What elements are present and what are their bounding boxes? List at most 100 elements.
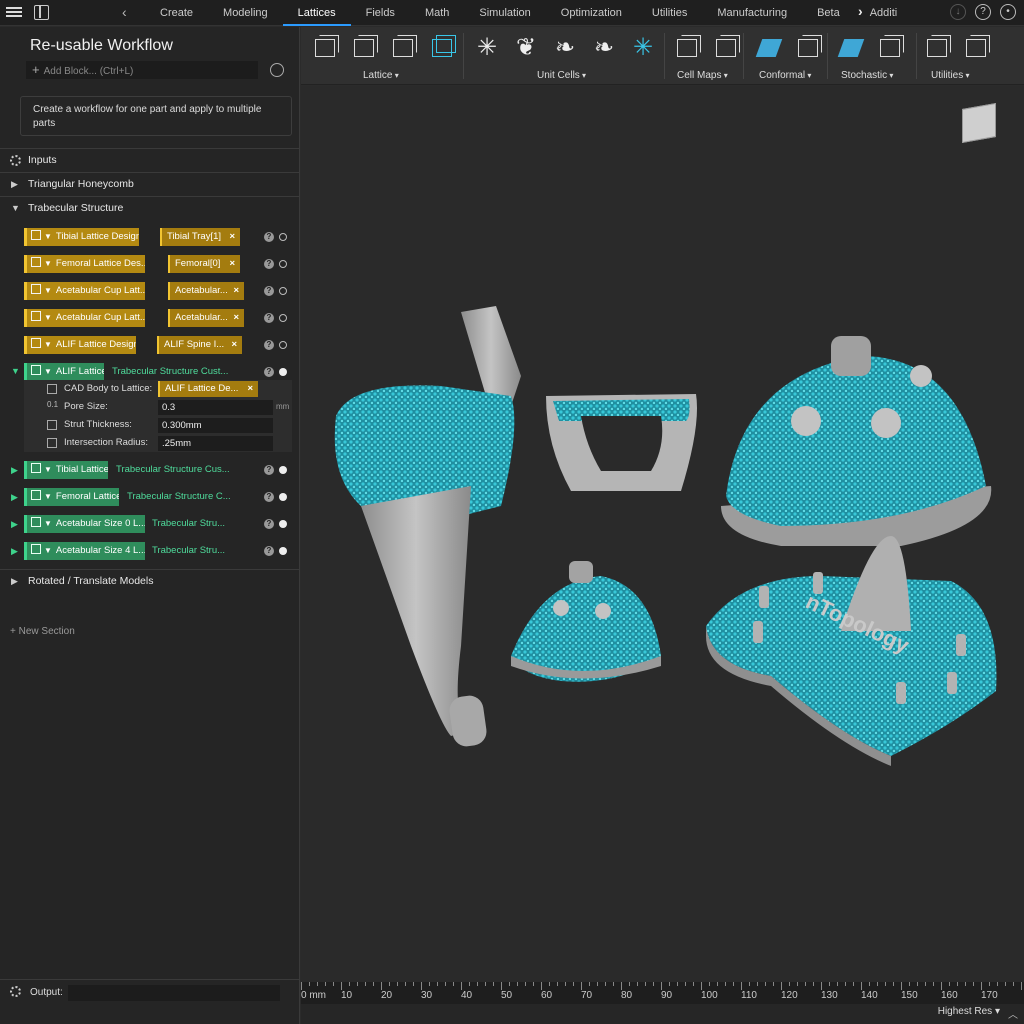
tab-beta[interactable]: Beta bbox=[802, 0, 855, 26]
help-icon[interactable]: ? bbox=[264, 340, 274, 350]
add-block-input[interactable]: + Add Block... (Ctrl+L) bbox=[26, 61, 258, 79]
new-section-button[interactable]: + New Section bbox=[10, 626, 75, 637]
chevron-right-icon[interactable]: ▶ bbox=[11, 519, 18, 530]
cad-body-value[interactable]: ALIF Lattice De... × bbox=[158, 381, 258, 397]
block-value[interactable]: Acetabular... × bbox=[168, 309, 244, 327]
block-chip[interactable]: ▼ Tibial Lattice Design bbox=[24, 228, 139, 246]
help-icon[interactable]: ? bbox=[264, 367, 274, 377]
unit-cell-1-icon[interactable]: ❧ bbox=[551, 33, 584, 63]
help-icon[interactable]: ? bbox=[264, 465, 274, 475]
block-acetabular-cup-lattice-1[interactable]: ▼ Acetabular Cup Latt... Acetabular... × ? bbox=[24, 282, 292, 300]
unit-cell-2-icon[interactable]: ❧ bbox=[590, 33, 623, 63]
unit-cell-gyroid-icon[interactable]: ❦ bbox=[512, 33, 545, 63]
block-chip[interactable]: ▼ Acetabular Size 0 L... bbox=[24, 515, 145, 533]
account-icon[interactable]: • bbox=[1000, 4, 1016, 20]
chevron-right-icon[interactable]: ▶ bbox=[11, 546, 18, 557]
visibility-toggle-icon[interactable] bbox=[279, 368, 287, 376]
stochastic-volume-icon[interactable] bbox=[874, 33, 907, 63]
visibility-toggle-icon[interactable] bbox=[279, 547, 287, 555]
block-chip[interactable]: ▼ Acetabular Size 4 L... bbox=[24, 542, 145, 560]
tab-lattices[interactable]: Lattices bbox=[282, 0, 351, 26]
block-acetabular-size-0[interactable]: ▼ Acetabular Size 0 L... Trabecular Stru.… bbox=[24, 515, 292, 533]
tab-modeling[interactable]: Modeling bbox=[208, 0, 283, 26]
lattice-grid-icon[interactable] bbox=[426, 33, 459, 63]
tab-fields[interactable]: Fields bbox=[351, 0, 410, 26]
toolbar-label-cell-maps[interactable]: Cell Maps bbox=[677, 70, 728, 81]
utility-cut-icon[interactable] bbox=[960, 33, 993, 63]
tabs-scroll-right-icon[interactable]: › bbox=[858, 3, 863, 19]
remove-icon[interactable]: × bbox=[229, 255, 235, 273]
block-alif-lattice-design[interactable]: ▼ ALIF Lattice Design ALIF Spine I... × ? bbox=[24, 336, 292, 354]
unit-cell-custom-icon[interactable]: ✳ bbox=[629, 33, 662, 63]
help-icon[interactable]: ? bbox=[264, 313, 274, 323]
cell-map-box-icon[interactable] bbox=[671, 33, 704, 63]
lattice-box-icon[interactable] bbox=[309, 33, 342, 63]
unit-cell-star-icon[interactable]: ✳ bbox=[473, 33, 506, 63]
pore-size-input[interactable]: 0.3 bbox=[158, 400, 273, 415]
block-acetabular-size-4[interactable]: ▼ Acetabular Size 4 L... Trabecular Stru.… bbox=[24, 542, 292, 560]
block-femoral-lattice-design[interactable]: ▼ Femoral Lattice Des... Femoral[0] × ? bbox=[24, 255, 292, 273]
help-icon[interactable]: ? bbox=[264, 259, 274, 269]
block-value[interactable]: Acetabular... × bbox=[168, 282, 244, 300]
visibility-toggle-icon[interactable] bbox=[279, 466, 287, 474]
tab-math[interactable]: Math bbox=[410, 0, 464, 26]
block-tibial-lattice-design[interactable]: ▼ Tibial Lattice Design Tibial Tray[1] × ? bbox=[24, 228, 292, 246]
block-chip[interactable]: ▼ Acetabular Cup Latt... bbox=[24, 282, 145, 300]
conformal-surface-icon[interactable] bbox=[753, 33, 786, 63]
panel-toggle-icon[interactable] bbox=[34, 5, 49, 20]
section-trabecular-structure[interactable]: ▼ Trabecular Structure bbox=[0, 196, 300, 220]
output-field[interactable] bbox=[68, 985, 280, 1001]
block-chip[interactable]: ▼ Femoral Lattice Des... bbox=[24, 255, 145, 273]
tabs-scroll-left-icon[interactable]: ‹ bbox=[122, 4, 127, 20]
conformal-volume-icon[interactable] bbox=[792, 33, 825, 63]
visibility-toggle-icon[interactable] bbox=[279, 341, 287, 349]
section-rotated-translate-models[interactable]: ▶ Rotated / Translate Models bbox=[0, 569, 300, 593]
remove-icon[interactable]: × bbox=[231, 336, 237, 354]
section-inputs[interactable]: Inputs bbox=[0, 148, 300, 172]
chevron-up-icon[interactable]: ︿ bbox=[1008, 1006, 1018, 1021]
cell-map-cylinder-icon[interactable] bbox=[710, 33, 743, 63]
section-triangular-honeycomb[interactable]: ▶ Triangular Honeycomb bbox=[0, 172, 300, 196]
3d-viewport[interactable]: nTopology bbox=[301, 86, 1024, 982]
chevron-down-icon[interactable]: ▼ bbox=[11, 366, 20, 376]
remove-icon[interactable]: × bbox=[233, 309, 239, 327]
block-value[interactable]: Femoral[0] × bbox=[168, 255, 240, 273]
block-acetabular-cup-lattice-2[interactable]: ▼ Acetabular Cup Latt... Acetabular... × ? bbox=[24, 309, 292, 327]
lattice-sphere-icon[interactable] bbox=[387, 33, 420, 63]
visibility-toggle-icon[interactable] bbox=[279, 520, 287, 528]
intersection-radius-input[interactable]: .25mm bbox=[158, 436, 273, 451]
visibility-toggle-icon[interactable] bbox=[279, 493, 287, 501]
help-icon[interactable]: ? bbox=[264, 286, 274, 296]
refresh-icon[interactable] bbox=[270, 63, 284, 77]
chevron-right-icon[interactable]: ▶ bbox=[11, 492, 18, 503]
help-icon[interactable]: ? bbox=[264, 492, 274, 502]
block-tibial-lattice[interactable]: ▼ Tibial Lattice Trabecular Structure Cus… bbox=[24, 461, 292, 479]
visibility-toggle-icon[interactable] bbox=[279, 287, 287, 295]
lattice-cylinder-icon[interactable] bbox=[348, 33, 381, 63]
block-femoral-lattice[interactable]: ▼ Femoral Lattice Trabecular Structure C.… bbox=[24, 488, 292, 506]
visibility-toggle-icon[interactable] bbox=[279, 260, 287, 268]
block-value[interactable]: ALIF Spine I... × bbox=[157, 336, 242, 354]
remove-icon[interactable]: × bbox=[247, 381, 253, 397]
chevron-right-icon[interactable]: ▶ bbox=[11, 465, 18, 476]
download-icon[interactable]: ↓ bbox=[950, 4, 966, 20]
remove-icon[interactable]: × bbox=[233, 282, 239, 300]
toolbar-label-lattice[interactable]: Lattice bbox=[363, 70, 399, 81]
block-chip[interactable]: ▼ Tibial Lattice bbox=[24, 461, 108, 479]
tab-create[interactable]: Create bbox=[145, 0, 208, 26]
block-chip[interactable]: ▼ Femoral Lattice bbox=[24, 488, 119, 506]
utility-trim-icon[interactable] bbox=[921, 33, 954, 63]
tab-simulation[interactable]: Simulation bbox=[464, 0, 545, 26]
hamburger-menu-icon[interactable] bbox=[6, 5, 22, 21]
help-icon[interactable]: ? bbox=[264, 519, 274, 529]
block-alif-lattice[interactable]: ▼ ALIF Lattice Trabecular Structure Cust.… bbox=[24, 363, 292, 381]
workflow-description[interactable]: Create a workflow for one part and apply… bbox=[20, 96, 292, 136]
remove-icon[interactable]: × bbox=[229, 228, 235, 246]
help-icon[interactable]: ? bbox=[264, 546, 274, 556]
strut-thickness-input[interactable]: 0.300mm bbox=[158, 418, 273, 433]
visibility-toggle-icon[interactable] bbox=[279, 314, 287, 322]
tab-manufacturing[interactable]: Manufacturing bbox=[702, 0, 802, 26]
toolbar-label-conformal[interactable]: Conformal bbox=[759, 70, 811, 81]
tab-utilities[interactable]: Utilities bbox=[637, 0, 702, 26]
block-chip[interactable]: ▼ Acetabular Cup Latt... bbox=[24, 309, 145, 327]
